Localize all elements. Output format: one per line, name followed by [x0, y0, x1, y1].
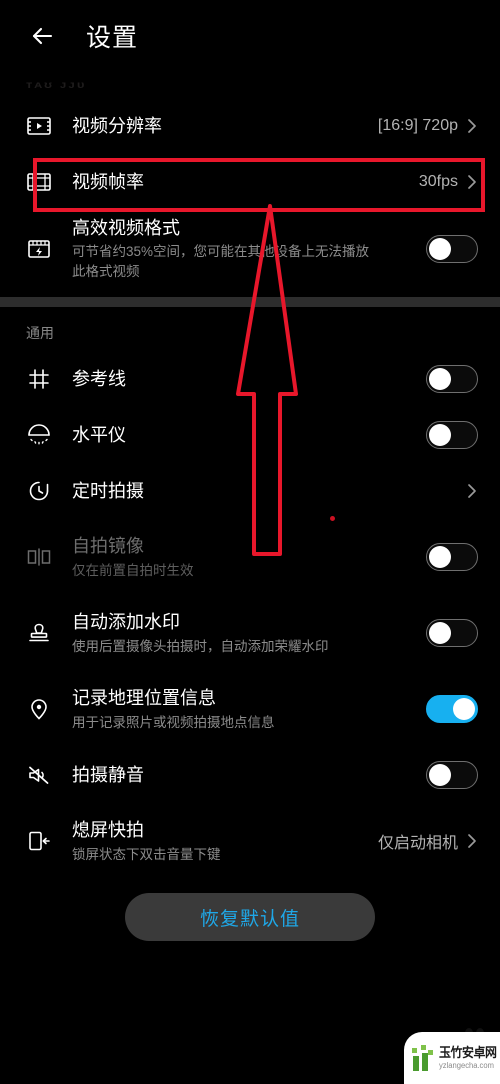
- mute-speaker-icon: [26, 763, 72, 787]
- row-subtitle: 可节省约35%空间，您可能在其他设备上无法播放此格式视频: [72, 244, 370, 279]
- reset-button-container: 恢复默认值: [0, 893, 500, 942]
- watermark-site-name: 玉竹安卓网: [439, 1045, 497, 1060]
- row-labels: 自动添加水印 使用后置摄像头拍摄时，自动添加荣耀水印: [72, 610, 426, 656]
- timer-icon: [26, 479, 72, 503]
- watermark-text: 玉竹安卓网 yzlangecha.com: [439, 1046, 500, 1070]
- row-value: 30fps: [418, 173, 458, 190]
- restore-defaults-button[interactable]: 恢复默认值: [125, 893, 375, 942]
- video-resolution-icon: [26, 114, 72, 138]
- video-framerate-icon: [26, 170, 72, 194]
- row-subtitle: 锁屏状态下双击音量下键: [72, 846, 221, 862]
- row-record-location[interactable]: 记录地理位置信息 用于记录照片或视频拍摄地点信息: [0, 671, 500, 747]
- row-subtitle: 仅在前置自拍时生效: [72, 562, 194, 578]
- row-labels: 自拍镜像 仅在前置自拍时生效: [72, 534, 426, 580]
- efficient-video-format-icon: [26, 237, 72, 261]
- row-value: [16:9] 720p: [377, 117, 458, 134]
- row-labels: 定时拍摄: [72, 479, 458, 503]
- row-level-meter[interactable]: 水平仪: [0, 407, 500, 463]
- red-dot-annotation: [330, 516, 335, 521]
- grid-lines-icon: [26, 367, 72, 391]
- mirror-icon: [26, 545, 72, 569]
- row-grid-lines[interactable]: 参考线: [0, 351, 500, 407]
- row-labels: 水平仪: [72, 423, 426, 447]
- group-label-general: 通用: [26, 325, 54, 342]
- level-meter-icon: [26, 423, 72, 447]
- row-value: 仅启动相机: [377, 835, 458, 853]
- row-title: 定时拍摄: [72, 481, 144, 502]
- toggle-level-meter[interactable]: [426, 421, 478, 450]
- toggle-efficient-video-format[interactable]: [426, 234, 478, 263]
- site-watermark: 玉竹安卓网 yzlangecha.com: [404, 1032, 500, 1084]
- location-pin-icon: [26, 697, 72, 721]
- chevron-right-icon[interactable]: [466, 831, 478, 851]
- row-title: 视频分辨率: [72, 115, 162, 136]
- row-labels: 视频帧率: [72, 170, 419, 194]
- row-video-resolution[interactable]: 视频分辨率 [16:9] 720p: [0, 98, 500, 154]
- toggle-knob: [429, 237, 451, 260]
- watermark-logo-icon: [410, 1043, 436, 1073]
- toggle-knob: [429, 622, 451, 645]
- toggle-auto-watermark[interactable]: [426, 619, 478, 648]
- row-labels: 参考线: [72, 367, 426, 391]
- row-labels: 熄屏快拍 锁屏状态下双击音量下键: [72, 818, 378, 864]
- row-title: 高效视频格式: [72, 218, 180, 238]
- toggle-record-location[interactable]: [426, 695, 478, 724]
- row-video-framerate[interactable]: 视频帧率 30fps: [0, 154, 500, 210]
- toggle-knob: [429, 764, 451, 787]
- row-subtitle: 使用后置摄像头拍摄时，自动添加荣耀水印: [72, 638, 329, 654]
- row-silent-capture[interactable]: 拍摄静音: [0, 747, 500, 803]
- row-labels: 高效视频格式 可节省约35%空间，您可能在其他设备上无法播放此格式视频: [72, 216, 426, 281]
- toggle-knob: [429, 368, 451, 391]
- row-timed-capture[interactable]: 定时拍摄: [0, 463, 500, 519]
- row-screen-off-capture[interactable]: 熄屏快拍 锁屏状态下双击音量下键 仅启动相机: [0, 803, 500, 879]
- page-title: 设置: [86, 24, 139, 52]
- row-title: 拍摄静音: [72, 765, 144, 786]
- toggle-selfie-mirror[interactable]: [426, 543, 478, 572]
- toggle-knob: [429, 424, 451, 447]
- row-efficient-video-format[interactable]: 高效视频格式 可节省约35%空间，您可能在其他设备上无法播放此格式视频: [0, 210, 500, 287]
- chevron-right-icon[interactable]: [466, 172, 478, 192]
- toggle-silent-capture[interactable]: [426, 761, 478, 790]
- row-labels: 记录地理位置信息 用于记录照片或视频拍摄地点信息: [72, 686, 426, 732]
- app-header: 设置: [0, 0, 500, 72]
- row-title: 熄屏快拍: [72, 820, 144, 841]
- toggle-knob: [453, 698, 475, 721]
- back-arrow-icon[interactable]: [26, 19, 60, 53]
- toggle-knob: [429, 546, 451, 569]
- section-separator: [0, 297, 500, 308]
- chevron-right-icon[interactable]: [466, 481, 478, 501]
- row-labels: 视频分辨率: [72, 114, 378, 138]
- row-title: 水平仪: [72, 425, 126, 446]
- chevron-right-icon[interactable]: [466, 116, 478, 136]
- row-auto-watermark[interactable]: 自动添加水印 使用后置摄像头拍摄时，自动添加荣耀水印: [0, 595, 500, 671]
- faint-section-caption: ᴛᴀʊ ᴊᴊᴜ: [26, 78, 87, 91]
- watermark-stamp-icon: [26, 621, 72, 645]
- row-subtitle: 用于记录照片或视频拍摄地点信息: [72, 714, 275, 730]
- camera-settings-screen: 设置 ᴛᴀʊ ᴊᴊᴜ 视频分辨率 [16:9] 720p 视频帧率 30fps …: [0, 0, 500, 1084]
- screen-off-capture-icon: [26, 829, 72, 853]
- row-title: 自动添加水印: [72, 612, 180, 633]
- row-title: 自拍镜像: [72, 536, 144, 557]
- toggle-grid-lines[interactable]: [426, 365, 478, 394]
- row-selfie-mirror[interactable]: 自拍镜像 仅在前置自拍时生效: [0, 519, 500, 595]
- row-title: 参考线: [72, 369, 126, 390]
- row-title: 视频帧率: [72, 171, 144, 192]
- watermark-site-url: yzlangecha.com: [439, 1061, 494, 1070]
- row-labels: 拍摄静音: [72, 763, 426, 787]
- row-title: 记录地理位置信息: [72, 688, 216, 709]
